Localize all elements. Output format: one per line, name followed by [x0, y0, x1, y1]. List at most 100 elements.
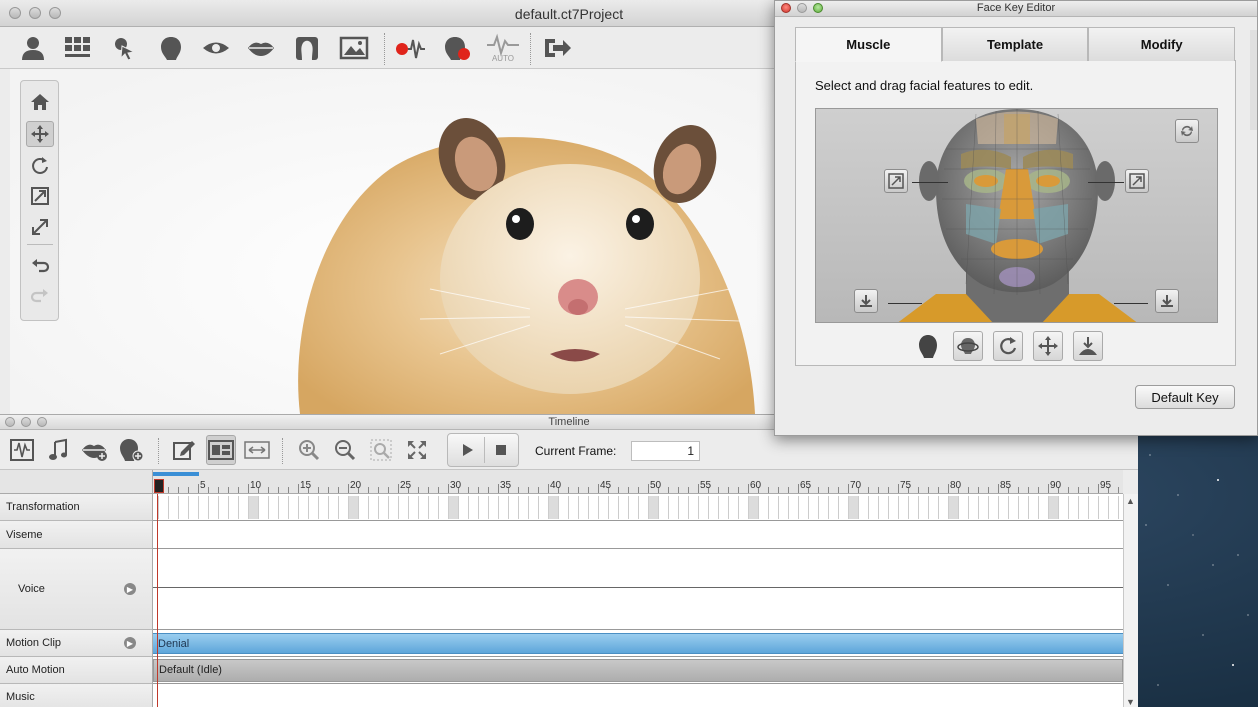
transformation-key-cell[interactable]: [518, 496, 528, 519]
orbit-icon[interactable]: [953, 331, 983, 361]
face-muscle-map[interactable]: [815, 108, 1218, 323]
transformation-key-cell[interactable]: [528, 496, 538, 519]
transformation-key-cell[interactable]: [788, 496, 798, 519]
transformation-key-cell[interactable]: [1018, 496, 1028, 519]
right-shoulder-handle-icon[interactable]: [1155, 289, 1179, 313]
track-layout-icon[interactable]: [206, 435, 236, 465]
transformation-key-cell[interactable]: [918, 496, 928, 519]
transformation-key-cell[interactable]: [428, 496, 438, 519]
redo-icon[interactable]: [26, 283, 54, 309]
transformation-key-cell[interactable]: [758, 496, 768, 519]
transformation-key-cell[interactable]: [968, 496, 978, 519]
transformation-key-cell[interactable]: [708, 496, 718, 519]
transformation-key-cell[interactable]: [418, 496, 428, 519]
transformation-key-cell[interactable]: [738, 496, 748, 519]
tab-muscle[interactable]: Muscle: [795, 27, 942, 62]
transformation-key-cell[interactable]: [778, 496, 788, 519]
add-head-motion-icon[interactable]: [116, 435, 146, 465]
add-viseme-icon[interactable]: [79, 435, 109, 465]
transformation-key-cell[interactable]: [598, 496, 608, 519]
record-face-icon[interactable]: [440, 31, 474, 65]
transformation-key-cell[interactable]: [248, 496, 258, 519]
auto-motion-block[interactable]: Default (Idle): [153, 659, 1123, 682]
lips-icon[interactable]: [244, 31, 278, 65]
transformation-key-cell[interactable]: [988, 496, 998, 519]
eye-icon[interactable]: [199, 31, 233, 65]
left-shoulder-handle-icon[interactable]: [854, 289, 878, 313]
transformation-key-cell[interactable]: [828, 496, 838, 519]
home-icon[interactable]: [26, 89, 54, 115]
transformation-key-cell[interactable]: [158, 496, 168, 519]
transformation-key-cell[interactable]: [588, 496, 598, 519]
transformation-key-cell[interactable]: [1048, 496, 1058, 519]
transformation-key-cell[interactable]: [378, 496, 388, 519]
actor-icon[interactable]: [16, 31, 50, 65]
transformation-key-cell[interactable]: [238, 496, 248, 519]
transformation-key-cell[interactable]: [508, 496, 518, 519]
transformation-key-cell[interactable]: [228, 496, 238, 519]
audio-wave-icon[interactable]: [7, 435, 37, 465]
tab-modify[interactable]: Modify: [1088, 27, 1236, 61]
transformation-key-cell[interactable]: [1028, 496, 1038, 519]
transformation-key-cell[interactable]: [198, 496, 208, 519]
motion-clip-lane[interactable]: Denial: [153, 630, 1123, 657]
transformation-key-cell[interactable]: [218, 496, 228, 519]
transformation-key-cell[interactable]: [978, 496, 988, 519]
transformation-key-cell[interactable]: [698, 496, 708, 519]
transformation-key-cell[interactable]: [638, 496, 648, 519]
transformation-key-cell[interactable]: [748, 496, 758, 519]
transformation-key-cell[interactable]: [648, 496, 658, 519]
grid-layout-icon[interactable]: [61, 31, 95, 65]
auto-motion-lane[interactable]: Default (Idle): [153, 657, 1123, 684]
move-head-icon[interactable]: [1033, 331, 1063, 361]
transformation-key-cell[interactable]: [798, 496, 808, 519]
voice-lane[interactable]: [153, 549, 1123, 630]
fit-range-icon[interactable]: [242, 435, 272, 465]
fit-view-icon[interactable]: [26, 214, 54, 240]
transformation-key-cell[interactable]: [948, 496, 958, 519]
default-key-button[interactable]: Default Key: [1135, 385, 1235, 409]
track-voice[interactable]: Voice ▶: [0, 549, 152, 630]
transformation-key-cell[interactable]: [178, 496, 188, 519]
play-range-bar[interactable]: [153, 472, 199, 476]
transformation-key-cell[interactable]: [848, 496, 858, 519]
motion-clip-expand-icon[interactable]: ▶: [124, 637, 136, 649]
transformation-key-cell[interactable]: [358, 496, 368, 519]
transformation-key-cell[interactable]: [628, 496, 638, 519]
current-frame-input[interactable]: 1: [631, 441, 700, 461]
select-pointer-icon[interactable]: [107, 31, 141, 65]
auto-icon[interactable]: AUTO: [486, 31, 520, 65]
zoom-fit-icon[interactable]: [366, 435, 396, 465]
transformation-key-cell[interactable]: [168, 496, 178, 519]
transformation-key-cell[interactable]: [308, 496, 318, 519]
transformation-key-cell[interactable]: [688, 496, 698, 519]
transformation-key-cell[interactable]: [368, 496, 378, 519]
transformation-key-cell[interactable]: [858, 496, 868, 519]
transformation-key-cell[interactable]: [338, 496, 348, 519]
scale-icon[interactable]: [26, 183, 54, 209]
track-auto-motion[interactable]: Auto Motion: [0, 657, 152, 684]
track-viseme[interactable]: Viseme: [0, 521, 152, 549]
mirror-sync-icon[interactable]: [1175, 119, 1199, 143]
transformation-key-cell[interactable]: [1068, 496, 1078, 519]
play-button[interactable]: [454, 437, 480, 463]
transformation-key-cell[interactable]: [958, 496, 968, 519]
transformation-key-cell[interactable]: [268, 496, 278, 519]
transformation-key-cell[interactable]: [728, 496, 738, 519]
transformation-key-cell[interactable]: [818, 496, 828, 519]
head-icon[interactable]: [154, 31, 188, 65]
tab-template[interactable]: Template: [941, 27, 1089, 61]
transformation-key-cell[interactable]: [1058, 496, 1068, 519]
frame-ruler[interactable]: 5 10 15 20 25 30 35 40 45 50 55 60 65 70 75 80 85 90 95: [153, 470, 1123, 494]
timeline-vertical-scrollbar[interactable]: ▲ ▼: [1123, 494, 1138, 707]
transformation-key-cell[interactable]: [618, 496, 628, 519]
transformation-key-cell[interactable]: [388, 496, 398, 519]
track-music[interactable]: Music: [0, 684, 152, 707]
transformation-key-cell[interactable]: [398, 496, 408, 519]
zoom-in-icon[interactable]: [294, 435, 324, 465]
face-profile-icon[interactable]: [290, 31, 324, 65]
transformation-key-cell[interactable]: [1088, 496, 1098, 519]
rotate-head-icon[interactable]: [993, 331, 1023, 361]
left-ear-handle-icon[interactable]: [884, 169, 908, 193]
transformation-key-cell[interactable]: [328, 496, 338, 519]
